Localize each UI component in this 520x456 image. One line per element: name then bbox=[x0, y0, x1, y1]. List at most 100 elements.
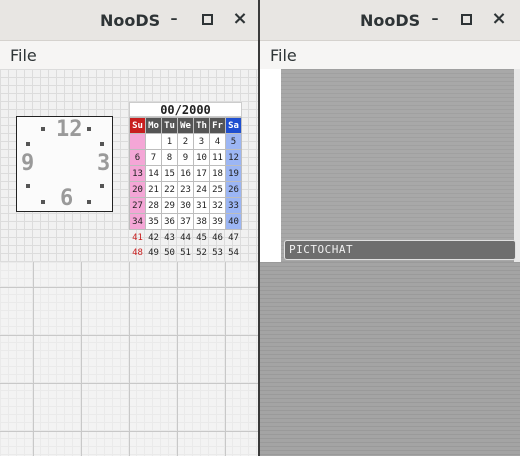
day-header: Fr bbox=[209, 117, 226, 134]
day-header: Su bbox=[129, 117, 146, 134]
calendar-cell: 15 bbox=[161, 165, 178, 182]
window-title: NooDS bbox=[360, 11, 421, 30]
calendar-cell: 41 bbox=[132, 232, 143, 243]
menu-file[interactable]: File bbox=[270, 46, 297, 65]
calendar-cell: 53 bbox=[212, 247, 223, 258]
calendar-cell: 29 bbox=[161, 197, 178, 214]
calendar-cell: 54 bbox=[228, 247, 239, 258]
calendar-cell: 45 bbox=[196, 232, 207, 243]
calendar: 00/2000 Su Mo Tu We Th Fr Sa 1 2 3 4 5 6… bbox=[129, 102, 242, 260]
minimize-button[interactable]: – bbox=[163, 8, 185, 30]
calendar-cell: 5 bbox=[225, 133, 242, 150]
clock-tick bbox=[87, 127, 91, 131]
clock-tick bbox=[87, 200, 91, 204]
calendar-cell: 17 bbox=[193, 165, 210, 182]
clock-tick bbox=[41, 127, 45, 131]
calendar-cell: 42 bbox=[148, 232, 159, 243]
pictochat-banner: PICTOCHAT bbox=[284, 240, 516, 260]
calendar-cell: 46 bbox=[212, 232, 223, 243]
calendar-cell: 7 bbox=[145, 149, 162, 166]
calendar-cell: 38 bbox=[193, 213, 210, 230]
calendar-cell: 28 bbox=[145, 197, 162, 214]
calendar-cell: 8 bbox=[161, 149, 178, 166]
calendar-cell: 19 bbox=[225, 165, 242, 182]
day-header: Tu bbox=[161, 117, 178, 134]
day-header: We bbox=[177, 117, 194, 134]
calendar-cell: 33 bbox=[225, 197, 242, 214]
day-header: Th bbox=[193, 117, 210, 134]
calendar-cell: 14 bbox=[145, 165, 162, 182]
day-header: Sa bbox=[225, 117, 242, 134]
calendar-cell: 50 bbox=[164, 247, 175, 258]
clock-tick bbox=[26, 184, 30, 188]
calendar-cell: 35 bbox=[145, 213, 162, 230]
calendar-cell: 36 bbox=[161, 213, 178, 230]
maximize-icon bbox=[460, 14, 472, 25]
calendar-cell: 51 bbox=[180, 247, 191, 258]
calendar-cell: 12 bbox=[225, 149, 242, 166]
maximize-button[interactable] bbox=[455, 8, 477, 30]
calendar-cell: 48 bbox=[132, 247, 143, 258]
calendar-cell: 23 bbox=[177, 181, 194, 198]
calendar-cell: 18 bbox=[209, 165, 226, 182]
maximize-button[interactable] bbox=[196, 8, 218, 30]
pictochat-scroll-rail bbox=[514, 69, 520, 262]
ds-top-screen: PICTOCHAT bbox=[260, 69, 520, 262]
menu-file[interactable]: File bbox=[10, 46, 37, 65]
menu-bar: File bbox=[0, 41, 258, 69]
minimize-button[interactable]: – bbox=[424, 8, 446, 30]
calendar-header: 00/2000 bbox=[129, 102, 242, 117]
calendar-cell: 2 bbox=[177, 133, 194, 150]
clock-12: 12 bbox=[56, 117, 83, 142]
maximize-icon bbox=[201, 14, 213, 25]
clock-3: 3 bbox=[97, 151, 111, 176]
clock-6: 6 bbox=[60, 186, 74, 211]
calendar-cell: 30 bbox=[177, 197, 194, 214]
calendar-cell: 10 bbox=[193, 149, 210, 166]
noods-window-left: NooDS – × File 12 3 6 9 00/2000 Su Mo Tu bbox=[0, 0, 258, 456]
calendar-cell: 9 bbox=[177, 149, 194, 166]
calendar-cell: 1 bbox=[161, 133, 178, 150]
calendar-cell: 32 bbox=[209, 197, 226, 214]
calendar-cell: 31 bbox=[193, 197, 210, 214]
calendar-cell: 25 bbox=[209, 181, 226, 198]
calendar-cell: 21 bbox=[145, 181, 162, 198]
pictochat-label: PICTOCHAT bbox=[289, 243, 354, 256]
calendar-cell: 49 bbox=[148, 247, 159, 258]
calendar-cell bbox=[129, 133, 146, 150]
title-bar[interactable]: NooDS – × bbox=[0, 0, 258, 41]
clock-tick bbox=[41, 200, 45, 204]
calendar-cell: 11 bbox=[209, 149, 226, 166]
close-button[interactable]: × bbox=[488, 8, 510, 30]
clock-tick bbox=[100, 184, 104, 188]
calendar-cell: 6 bbox=[129, 149, 146, 166]
calendar-cell: 16 bbox=[177, 165, 194, 182]
calendar-cell: 27 bbox=[129, 197, 146, 214]
window-title: NooDS bbox=[100, 11, 161, 30]
calendar-cell: 37 bbox=[177, 213, 194, 230]
calendar-cell: 52 bbox=[196, 247, 207, 258]
clock-tick bbox=[26, 142, 30, 146]
day-header: Mo bbox=[145, 117, 162, 134]
ds-bottom-screen[interactable] bbox=[0, 262, 258, 456]
ds-bottom-screen[interactable] bbox=[260, 262, 520, 456]
close-button[interactable]: × bbox=[229, 8, 251, 30]
pictochat-side-panel bbox=[260, 69, 281, 262]
calendar-cell: 39 bbox=[209, 213, 226, 230]
calendar-cell: 24 bbox=[193, 181, 210, 198]
calendar-cell: 3 bbox=[193, 133, 210, 150]
calendar-cell: 43 bbox=[164, 232, 175, 243]
calendar-cell: 47 bbox=[228, 232, 239, 243]
calendar-cell: 20 bbox=[129, 181, 146, 198]
calendar-cell: 13 bbox=[129, 165, 146, 182]
calendar-cell: 4 bbox=[209, 133, 226, 150]
noods-window-right: NooDS – × File PICTOCHAT bbox=[260, 0, 520, 456]
calendar-cell bbox=[145, 133, 162, 150]
menu-bar: File bbox=[260, 41, 520, 69]
calendar-cell: 44 bbox=[180, 232, 191, 243]
title-bar[interactable]: NooDS – × bbox=[260, 0, 520, 41]
calendar-cell: 26 bbox=[225, 181, 242, 198]
calendar-cell: 34 bbox=[129, 213, 146, 230]
clock-tick bbox=[100, 142, 104, 146]
clock-9: 9 bbox=[21, 151, 35, 176]
